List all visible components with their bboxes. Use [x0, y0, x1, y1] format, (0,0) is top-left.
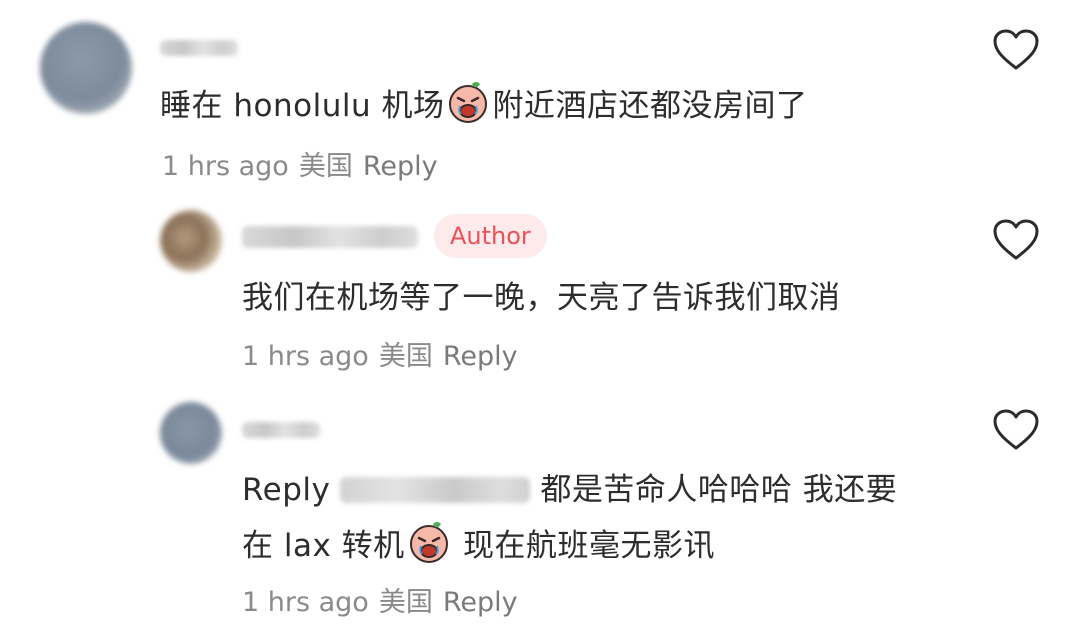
- avatar[interactable]: [160, 210, 222, 272]
- username-blurred[interactable]: [242, 422, 320, 438]
- comment-text: 在 lax 转机 现在航班毫无影讯: [242, 520, 715, 565]
- avatar[interactable]: [40, 22, 132, 114]
- comment-meta: 1 hrs ago 美国 Reply: [162, 144, 438, 183]
- crying-face-emoji: [409, 522, 448, 563]
- heart-outline-icon[interactable]: [992, 408, 1040, 452]
- reply-button[interactable]: Reply: [443, 587, 518, 618]
- location: 美国: [298, 151, 353, 182]
- heart-outline-icon[interactable]: [992, 218, 1040, 262]
- timestamp: 1 hrs ago: [242, 341, 369, 372]
- comment-text-part: 现在航班毫无影讯: [452, 528, 716, 564]
- heart-outline-icon[interactable]: [992, 28, 1040, 72]
- timestamp: 1 hrs ago: [242, 587, 369, 618]
- comment-text-part: 在 lax 转机: [242, 528, 405, 564]
- comment-meta: 1 hrs ago 美国 Reply: [242, 334, 518, 373]
- reply-prefix: Reply: [242, 472, 331, 508]
- avatar[interactable]: [160, 402, 222, 464]
- comment-text: 睡在 honolulu 机场 附近酒店还都没房间了: [160, 80, 807, 125]
- username-blurred[interactable]: [160, 40, 238, 56]
- author-badge: Author: [434, 214, 547, 258]
- username-blurred[interactable]: [242, 226, 418, 248]
- reply-button[interactable]: Reply: [363, 151, 438, 182]
- comment-text-part: 都是苦命人哈哈哈 我还要: [540, 472, 898, 508]
- crying-face-emoji: [449, 82, 488, 123]
- comment-text: 我们在机场等了一晚，天亮了告诉我们取消: [242, 280, 841, 316]
- comment-text-part: 附近酒店还都没房间了: [492, 88, 808, 124]
- comment-text: Reply 都是苦命人哈哈哈 我还要: [242, 464, 897, 509]
- reply-button[interactable]: Reply: [443, 341, 518, 372]
- comment-text-part: 睡在 honolulu 机场: [160, 88, 445, 124]
- location: 美国: [378, 341, 433, 372]
- comment-meta: 1 hrs ago 美国 Reply: [242, 580, 518, 619]
- timestamp: 1 hrs ago: [162, 151, 289, 182]
- mentioned-username-blurred[interactable]: [340, 477, 531, 503]
- location: 美国: [378, 587, 433, 618]
